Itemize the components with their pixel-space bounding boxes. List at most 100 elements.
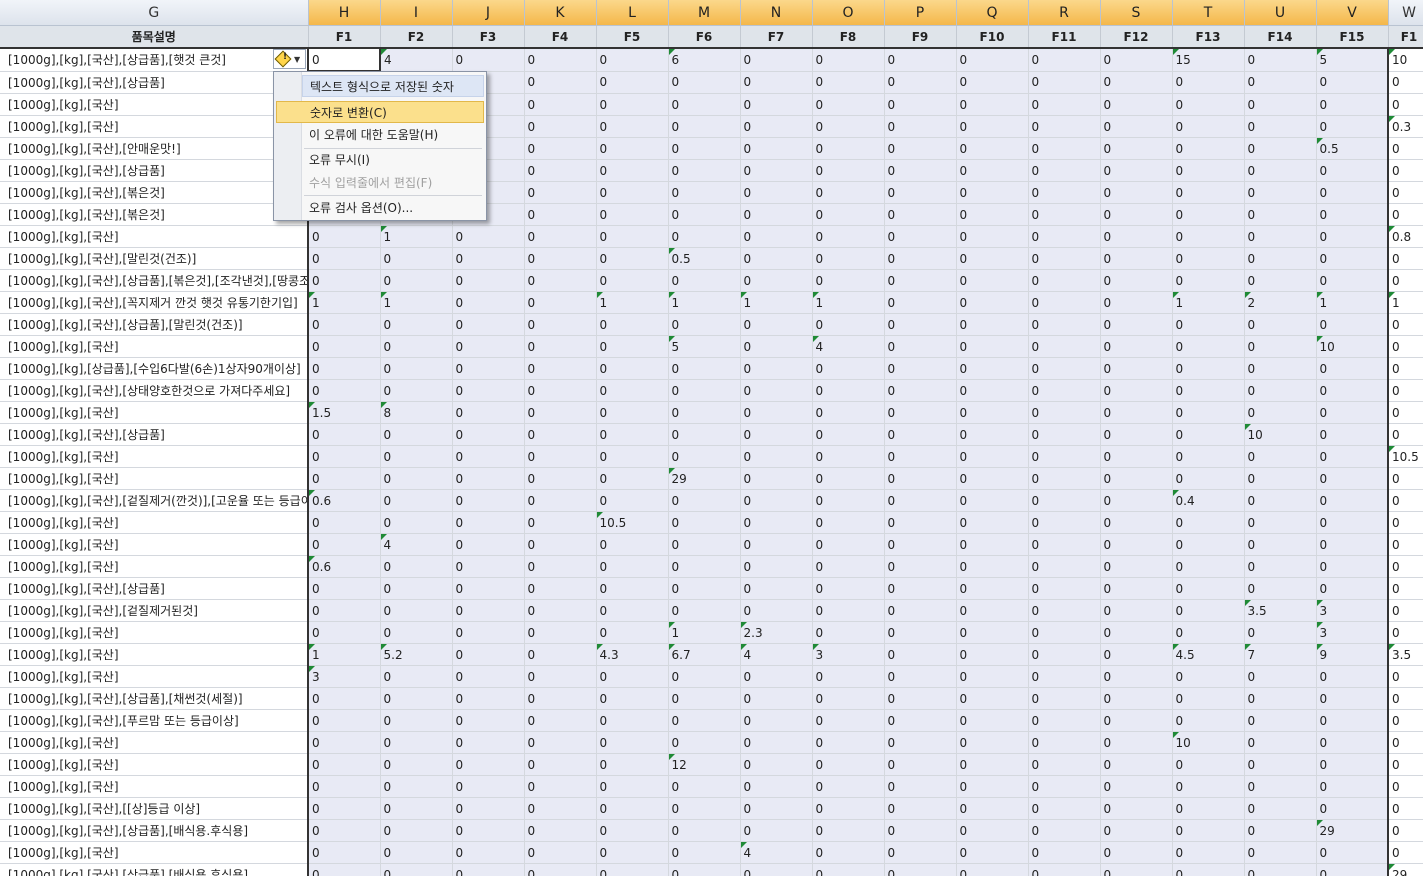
value-cell[interactable]: 0	[1028, 643, 1101, 666]
value-cell[interactable]: 0	[812, 621, 885, 644]
value-cell[interactable]: 0	[307, 511, 381, 534]
value-cell[interactable]: 1	[1172, 291, 1245, 314]
field-header-cell[interactable]: F1	[1388, 25, 1423, 49]
value-cell[interactable]: 0	[1244, 709, 1317, 732]
value-cell[interactable]: 0	[380, 665, 453, 688]
value-cell[interactable]: 0	[307, 775, 381, 798]
error-smart-tag-button[interactable]: ! ▼	[273, 49, 306, 69]
value-cell[interactable]: 0	[524, 71, 597, 94]
value-cell[interactable]: 0	[884, 269, 957, 292]
value-cell[interactable]: 0	[1028, 533, 1101, 556]
value-cell[interactable]: 0	[812, 797, 885, 820]
value-cell[interactable]: 0	[884, 401, 957, 424]
value-cell[interactable]: 0	[524, 93, 597, 116]
value-cell[interactable]: 0	[452, 48, 525, 72]
item-description-cell[interactable]: [1000g],[kg],[국산],[상태양호한것으로 가져다주세요]	[0, 379, 309, 402]
value-cell[interactable]: 0	[596, 93, 669, 116]
value-cell[interactable]: 0	[812, 423, 885, 446]
value-cell[interactable]: 0	[452, 797, 525, 820]
value-cell[interactable]: 0	[307, 357, 381, 380]
value-cell[interactable]: 0	[956, 665, 1029, 688]
value-cell[interactable]: 0	[956, 357, 1029, 380]
item-description-cell[interactable]: [1000g],[kg],[국산],[상급품]	[0, 71, 309, 94]
column-header-j[interactable]: J	[452, 0, 525, 26]
value-cell[interactable]: 0	[812, 555, 885, 578]
value-cell[interactable]: 0	[956, 775, 1029, 798]
value-cell[interactable]: 0	[596, 181, 669, 204]
value-cell[interactable]: 0	[740, 181, 813, 204]
value-cell[interactable]: 0	[956, 203, 1029, 226]
value-cell[interactable]: 0	[668, 687, 741, 710]
value-cell[interactable]: 0	[1316, 533, 1389, 556]
value-cell[interactable]: 0	[1100, 599, 1173, 622]
value-cell[interactable]: 0	[1028, 753, 1101, 776]
item-description-cell[interactable]: [1000g],[kg],[국산]	[0, 643, 309, 666]
field-header-cell[interactable]: F7	[740, 25, 813, 49]
value-cell[interactable]: 0	[524, 819, 597, 842]
value-cell[interactable]: 0	[1316, 357, 1389, 380]
value-cell[interactable]: 0	[307, 731, 381, 754]
value-cell[interactable]: 0	[452, 335, 525, 358]
value-cell[interactable]: 0	[1316, 203, 1389, 226]
value-cell[interactable]: 0	[1172, 159, 1245, 182]
value-cell[interactable]: 0	[956, 687, 1029, 710]
value-cell[interactable]: 0	[668, 357, 741, 380]
value-cell[interactable]: 0	[1100, 71, 1173, 94]
value-cell[interactable]: 0	[307, 841, 381, 864]
value-cell[interactable]: 0	[740, 137, 813, 160]
value-cell[interactable]: 0	[668, 71, 741, 94]
value-cell[interactable]: 0	[1244, 819, 1317, 842]
value-cell[interactable]: 0	[1172, 599, 1245, 622]
value-cell[interactable]: 0	[452, 687, 525, 710]
value-cell[interactable]: 0	[668, 511, 741, 534]
value-cell[interactable]: 0	[956, 48, 1029, 72]
value-cell[interactable]: 0	[1028, 159, 1101, 182]
value-cell[interactable]: 0	[740, 247, 813, 270]
value-cell[interactable]: 0	[524, 511, 597, 534]
value-cell[interactable]: 0	[884, 467, 957, 490]
value-cell[interactable]: 2	[1244, 291, 1317, 314]
value-cell[interactable]: 0.8	[1387, 225, 1423, 248]
value-cell[interactable]: 3	[812, 643, 885, 666]
value-cell[interactable]: 5	[668, 335, 741, 358]
value-cell[interactable]: 0	[1244, 225, 1317, 248]
value-cell[interactable]: 0	[524, 379, 597, 402]
value-cell[interactable]: 0	[956, 863, 1029, 876]
value-cell[interactable]: 0	[812, 599, 885, 622]
value-cell[interactable]: 0	[668, 181, 741, 204]
value-cell[interactable]: 0	[380, 467, 453, 490]
value-cell[interactable]: 0	[1100, 335, 1173, 358]
value-cell[interactable]: 0	[524, 797, 597, 820]
value-cell[interactable]: 0	[740, 379, 813, 402]
value-cell[interactable]: 0	[452, 379, 525, 402]
value-cell[interactable]: 0	[1100, 863, 1173, 876]
value-cell[interactable]: 0	[1316, 467, 1389, 490]
value-cell[interactable]: 0	[596, 357, 669, 380]
value-cell[interactable]: 0	[1244, 93, 1317, 116]
value-cell[interactable]: 5	[1316, 48, 1389, 72]
value-cell[interactable]: 0	[1172, 71, 1245, 94]
value-cell[interactable]: 0	[596, 687, 669, 710]
value-cell[interactable]: 3.5	[1387, 643, 1423, 666]
value-cell[interactable]: 0	[956, 115, 1029, 138]
value-cell[interactable]: 10	[1244, 423, 1317, 446]
item-description-cell[interactable]: [1000g],[kg],[국산]	[0, 467, 309, 490]
value-cell[interactable]: 0	[596, 863, 669, 876]
value-cell[interactable]: 0	[956, 841, 1029, 864]
value-cell[interactable]: 0	[1100, 181, 1173, 204]
value-cell[interactable]: 0	[1387, 665, 1423, 688]
value-cell[interactable]: 0	[740, 335, 813, 358]
value-cell[interactable]: 0	[452, 841, 525, 864]
value-cell[interactable]: 0	[452, 665, 525, 688]
value-cell[interactable]: 0	[884, 423, 957, 446]
value-cell[interactable]: 0	[1387, 181, 1423, 204]
value-cell[interactable]: 0	[380, 379, 453, 402]
value-cell[interactable]: 0	[524, 687, 597, 710]
item-description-cell[interactable]: [1000g],[kg],[국산],[상급품],[햇것 큰것]	[0, 48, 309, 72]
value-cell[interactable]: 0	[596, 753, 669, 776]
value-cell[interactable]: 0	[812, 115, 885, 138]
value-cell[interactable]: 0	[1100, 819, 1173, 842]
value-cell[interactable]: 0	[1028, 577, 1101, 600]
value-cell[interactable]: 0	[1316, 489, 1389, 512]
value-cell[interactable]: 4	[380, 48, 453, 72]
